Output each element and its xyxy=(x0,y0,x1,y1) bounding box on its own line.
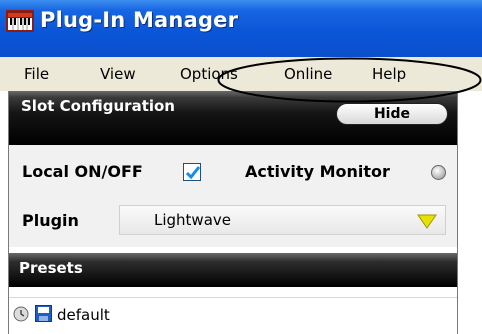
activity-monitor-indicator xyxy=(431,165,446,180)
menu-file[interactable]: File xyxy=(24,65,49,83)
keyboard-icon xyxy=(6,10,34,32)
presets-header: Presets xyxy=(9,253,457,287)
hide-button[interactable]: Hide xyxy=(336,103,448,125)
plugin-label: Plugin xyxy=(22,211,79,230)
slot-configuration-title: Slot Configuration xyxy=(21,97,175,115)
window-title: Plug-In Manager xyxy=(40,8,239,32)
local-on-off-checkbox[interactable] xyxy=(183,163,201,181)
checkmark-icon xyxy=(185,166,201,180)
preset-item[interactable]: default xyxy=(9,297,457,330)
title-bar: Plug-In Manager xyxy=(0,0,482,57)
presets-title: Presets xyxy=(19,259,83,277)
plugin-dropdown[interactable]: Lightwave xyxy=(119,205,446,235)
preset-status-icon[interactable] xyxy=(13,306,29,322)
dropdown-arrow-icon[interactable] xyxy=(417,213,437,229)
menu-view[interactable]: View xyxy=(100,65,136,83)
presets-panel: Presets default xyxy=(8,247,458,334)
activity-monitor-label: Activity Monitor xyxy=(245,162,390,181)
preset-label: default xyxy=(57,306,110,324)
save-icon[interactable] xyxy=(35,305,52,322)
local-on-off-label: Local ON/OFF xyxy=(22,162,143,181)
plugin-dropdown-value: Lightwave xyxy=(154,211,231,229)
slot-configuration-panel: Slot Configuration Hide Local ON/OFF Act… xyxy=(8,91,458,247)
presets-list: default xyxy=(9,287,457,334)
annotation-ellipse xyxy=(217,57,482,103)
